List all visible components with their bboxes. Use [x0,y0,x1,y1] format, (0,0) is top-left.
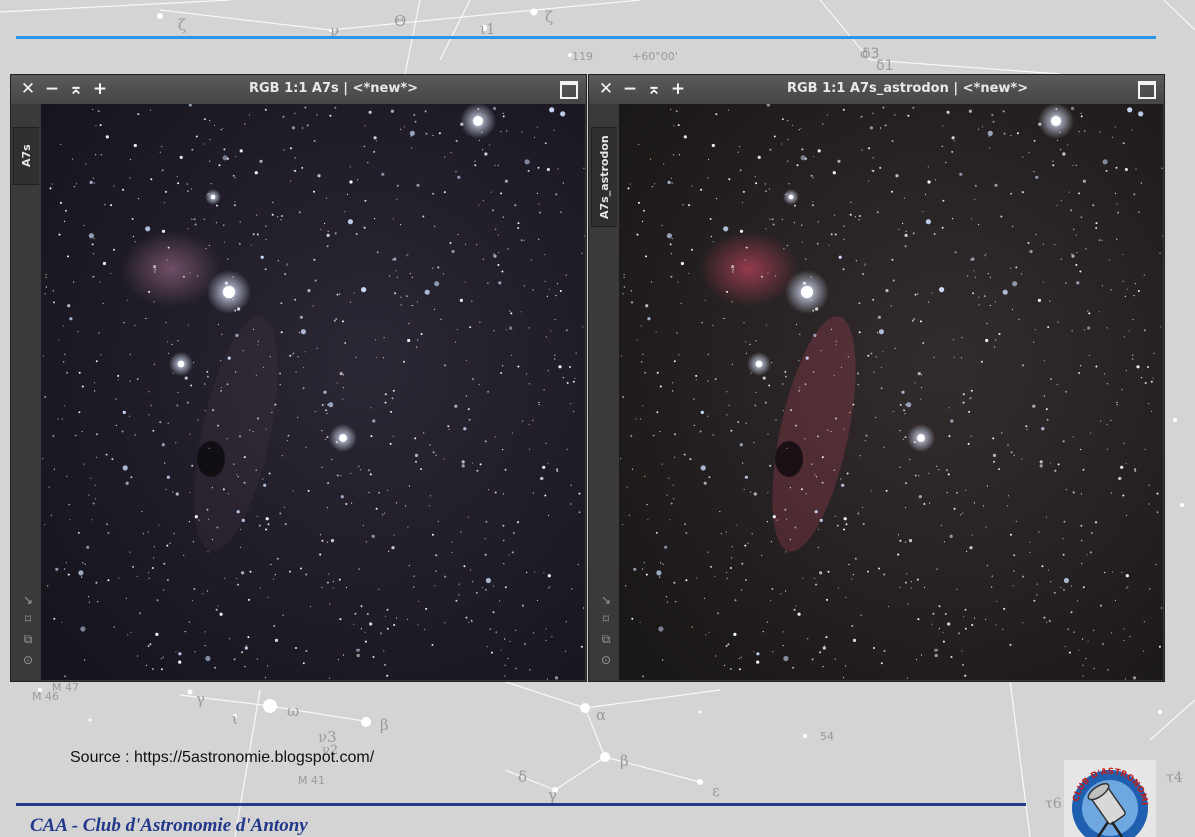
crop-mask-icon[interactable]: ⌑ [21,612,35,626]
svg-text:τ6: τ6 [1045,796,1062,812]
maximize-icon[interactable] [1138,81,1156,99]
svg-text:M 41: M 41 [298,774,325,787]
target-icon[interactable]: ⊙ [21,653,35,667]
svg-text:ι: ι [232,710,238,728]
svg-text:54: 54 [820,730,834,743]
window-titlebar[interactable]: ✕ − ⌅ + RGB 1:1 A7s | <*new*> [11,75,586,104]
svg-text:M 46: M 46 [32,690,59,703]
svg-text:β: β [620,752,629,770]
club-logo: CLUB D'ASTRONOMIE [1064,760,1156,837]
add-icon[interactable]: + [91,79,109,99]
close-icon[interactable]: ✕ [597,79,615,99]
club-footer-title: CAA - Club d'Astronomie d'Antony [30,815,308,836]
copy-window-icon[interactable]: ⧉ [599,632,613,646]
svg-text:ζ: ζ [545,8,553,26]
svg-text:ω: ω [287,702,299,720]
svg-text:δ1: δ1 [876,58,893,74]
svg-text:119: 119 [572,50,593,63]
svg-text:δ: δ [518,768,527,786]
crop-mask-icon[interactable]: ⌑ [599,612,613,626]
copy-window-icon[interactable]: ⧉ [21,632,35,646]
bottom-rule [16,803,1026,806]
view-tab-label: A7s [20,144,33,168]
svg-text:β: β [380,716,389,734]
view-tab-a7s[interactable]: A7s [13,127,39,185]
svg-text:γ: γ [548,786,557,804]
maximize-icon[interactable] [560,81,578,99]
svg-text:γ: γ [196,690,205,708]
svg-text:ε: ε [712,782,720,800]
astro-image-a7s [41,104,585,680]
svg-text:τ4: τ4 [1166,770,1183,786]
image-window-a7s[interactable]: ✕ − ⌅ + RGB 1:1 A7s | <*new*> A7s ↘ ⌑ ⧉ … [10,74,587,682]
minimize-icon[interactable]: − [621,79,639,99]
minimize-icon[interactable]: − [43,79,61,99]
view-tab-label: A7s_astrodon [598,135,611,219]
fit-arrow-icon[interactable]: ↘ [21,593,35,607]
fit-arrow-icon[interactable]: ↘ [599,593,613,607]
view-tab-a7s-astrodon[interactable]: A7s_astrodon [591,127,617,227]
target-icon[interactable]: ⊙ [599,653,613,667]
top-rule [16,36,1156,39]
image-window-a7s-astrodon[interactable]: ✕ − ⌅ + RGB 1:1 A7s_astrodon | <*new*> A… [588,74,1165,682]
svg-text:+60°00': +60°00' [632,50,678,63]
window-title: RGB 1:1 A7s_astrodon | <*new*> [787,81,1029,96]
svg-text:α: α [596,706,606,724]
shade-icon[interactable]: ⌅ [67,79,85,99]
window-titlebar[interactable]: ✕ − ⌅ + RGB 1:1 A7s_astrodon | <*new*> [589,75,1164,104]
label-zeta: ζ [178,16,186,34]
shade-icon[interactable]: ⌅ [645,79,663,99]
source-credit: Source : https://5astronomie.blogspot.co… [70,749,375,766]
close-icon[interactable]: ✕ [19,79,37,99]
window-title: RGB 1:1 A7s | <*new*> [249,81,419,96]
add-icon[interactable]: + [669,79,687,99]
astro-image-a7s-astrodon [619,104,1163,680]
svg-text:Θ: Θ [394,12,406,30]
